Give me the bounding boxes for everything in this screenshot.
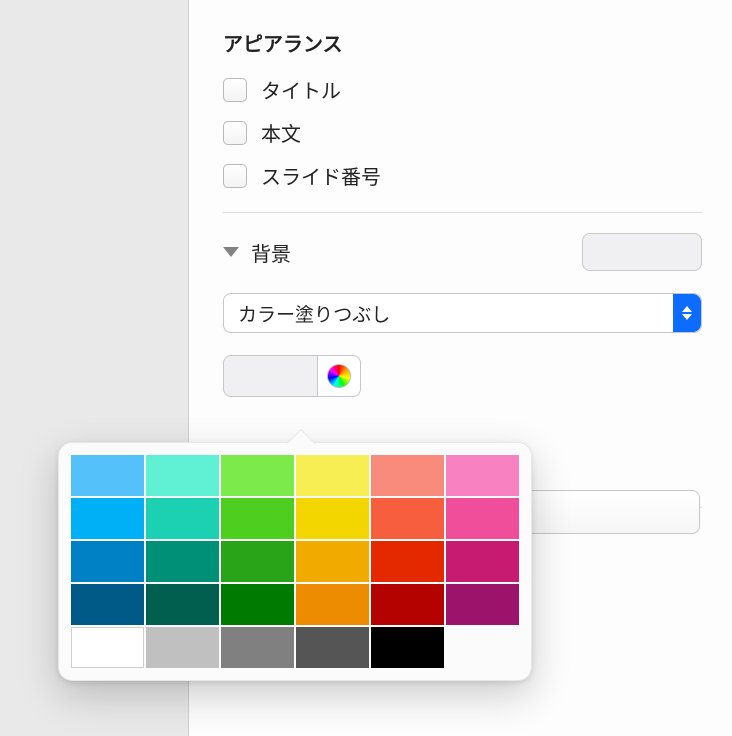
body-checkbox[interactable]	[223, 121, 247, 145]
disclosure-triangle-icon[interactable]	[223, 247, 239, 257]
section-divider	[223, 212, 702, 213]
color-swatch[interactable]	[221, 627, 294, 668]
color-swatch[interactable]	[371, 541, 444, 582]
background-color-well[interactable]	[582, 233, 702, 271]
color-swatch[interactable]	[146, 498, 219, 539]
color-swatch[interactable]	[221, 584, 294, 625]
appearance-row-title: タイトル	[223, 75, 702, 104]
color-swatch[interactable]	[446, 498, 519, 539]
fill-color-swatch-button[interactable]	[223, 355, 317, 397]
color-swatch[interactable]	[146, 584, 219, 625]
color-swatch[interactable]	[71, 584, 144, 625]
color-swatch[interactable]	[296, 584, 369, 625]
fill-type-select[interactable]: カラー塗りつぶし	[223, 293, 702, 333]
color-swatch[interactable]	[71, 627, 144, 668]
color-swatch[interactable]	[296, 627, 369, 668]
color-swatch[interactable]	[146, 627, 219, 668]
fill-color-combo	[223, 355, 361, 397]
appearance-section-title: アピアランス	[223, 28, 702, 57]
slide-number-checkbox-label: スライド番号	[261, 161, 381, 190]
color-swatch[interactable]	[446, 584, 519, 625]
color-swatch[interactable]	[71, 498, 144, 539]
background-section-label: 背景	[251, 238, 291, 267]
color-swatch[interactable]	[221, 498, 294, 539]
color-swatch-grid	[71, 455, 519, 668]
appearance-row-body: 本文	[223, 118, 702, 147]
color-swatch[interactable]	[146, 455, 219, 496]
color-wheel-icon	[327, 364, 351, 388]
color-swatch[interactable]	[221, 455, 294, 496]
slide-number-checkbox[interactable]	[223, 164, 247, 188]
color-wheel-button[interactable]	[317, 355, 361, 397]
color-swatch[interactable]	[371, 584, 444, 625]
color-swatch[interactable]	[371, 627, 444, 668]
color-swatch[interactable]	[446, 455, 519, 496]
color-swatch[interactable]	[221, 541, 294, 582]
color-swatch[interactable]	[146, 541, 219, 582]
appearance-row-slidenumber: スライド番号	[223, 161, 702, 190]
updown-arrows-icon	[673, 294, 701, 332]
body-checkbox-label: 本文	[261, 118, 301, 147]
color-swatch[interactable]	[71, 455, 144, 496]
color-palette-popover	[58, 442, 532, 681]
color-swatch[interactable]	[446, 541, 519, 582]
color-swatch[interactable]	[71, 541, 144, 582]
color-swatch[interactable]	[296, 498, 369, 539]
title-checkbox-label: タイトル	[261, 75, 341, 104]
color-swatch[interactable]	[296, 455, 369, 496]
background-section-header: 背景	[223, 233, 702, 271]
title-checkbox[interactable]	[223, 78, 247, 102]
fill-type-select-label: カラー塗りつぶし	[238, 300, 390, 327]
color-swatch[interactable]	[371, 498, 444, 539]
background-header-left: 背景	[223, 238, 291, 267]
color-swatch[interactable]	[371, 455, 444, 496]
color-swatch[interactable]	[296, 541, 369, 582]
